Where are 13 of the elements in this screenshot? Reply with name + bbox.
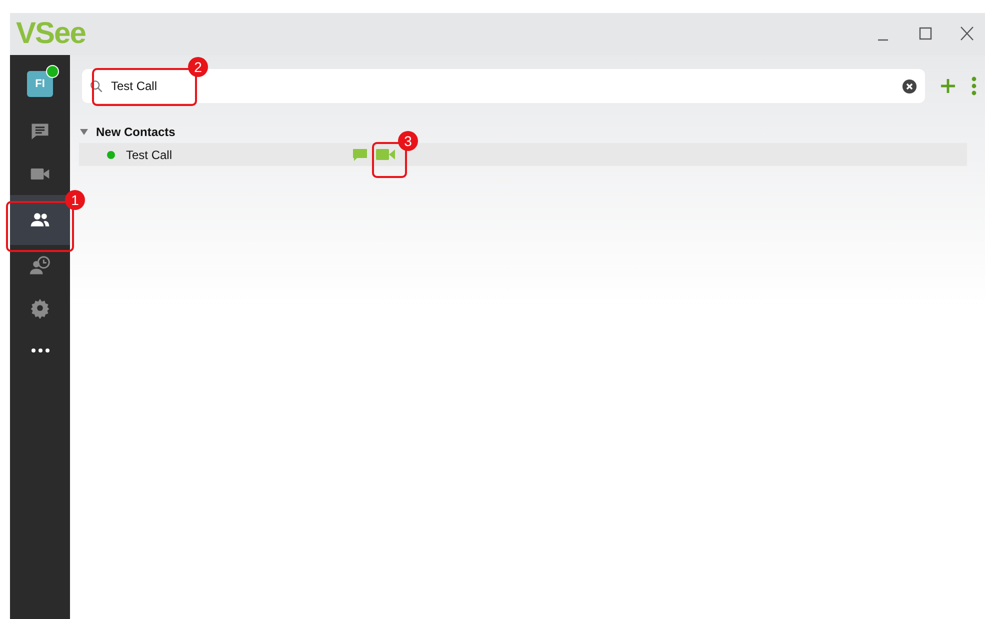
expand-arrow-icon[interactable] [80,128,88,136]
search-input[interactable]: Test Call [109,78,896,94]
clear-icon[interactable] [902,78,917,94]
search-icon [90,80,103,92]
more-icon [30,348,50,352]
contact-name: Test Call [126,148,172,162]
history-icon [29,255,51,277]
add-icon[interactable] [939,77,957,95]
more-options-icon[interactable] [971,76,977,96]
settings-icon [29,297,51,319]
group-name: New Contacts [96,125,176,139]
app-logo: VSee [16,17,86,51]
sidebar-item[interactable] [10,195,70,245]
